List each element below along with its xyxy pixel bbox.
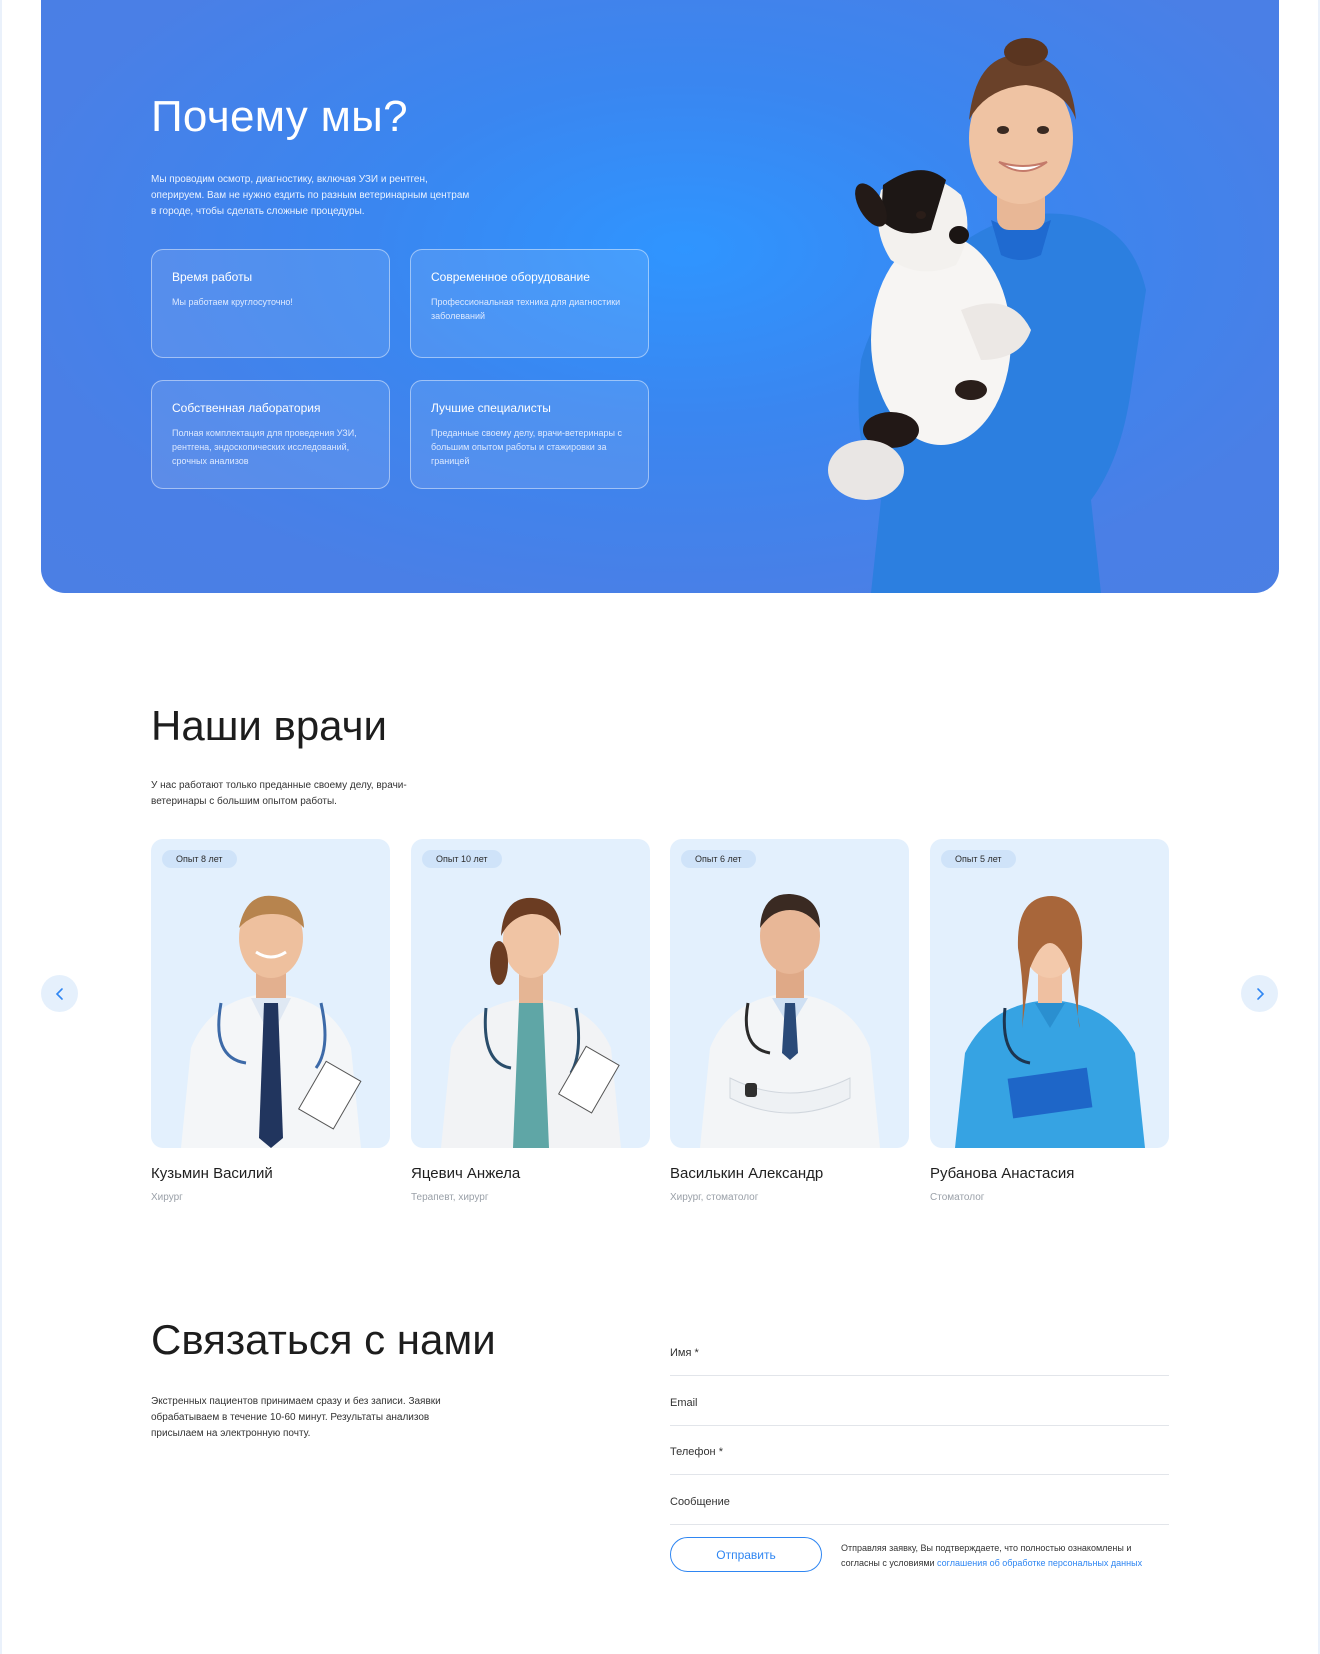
doctor-role: Хирург, стоматолог xyxy=(670,1192,759,1203)
doctor-portrait-image xyxy=(955,896,1145,1148)
page-edge-left xyxy=(0,0,2,1654)
doctor-portrait-image xyxy=(441,897,621,1148)
feature-title: Лучшие специалисты xyxy=(431,401,551,415)
name-field-wrapper xyxy=(670,1330,1169,1376)
doctor-card[interactable]: Опыт 10 лет Яцевич Анжела Терапевт, хиру… xyxy=(411,839,650,1203)
feature-card-lab: Собственная лаборатория Полная комплекта… xyxy=(151,380,390,489)
feature-text: Профессиональная техника для диагностики… xyxy=(431,297,621,321)
doctor-role: Хирург xyxy=(151,1192,183,1203)
contact-lead: Экстренных пациентов принимаем сразу и б… xyxy=(151,1396,441,1439)
feature-text: Преданные своему делу, врачи-ветеринары … xyxy=(431,428,622,466)
doctor-card[interactable]: Опыт 8 лет Кузьмин Василий Хирург xyxy=(151,839,390,1203)
doctor-name: Василькин Александр xyxy=(670,1165,824,1182)
doctor-photo: Опыт 10 лет xyxy=(411,839,650,1148)
doctor-photo: Опыт 5 лет xyxy=(930,839,1169,1148)
email-field-wrapper xyxy=(670,1380,1169,1426)
doctor-portrait-image xyxy=(181,895,362,1148)
feature-card-specialists: Лучшие специалисты Преданные своему делу… xyxy=(410,380,649,489)
feature-text: Мы работаем круглосуточно! xyxy=(172,297,293,307)
chevron-right-icon xyxy=(1256,987,1264,1000)
feature-title: Собственная лаборатория xyxy=(172,401,321,415)
why-us-title: Почему мы? xyxy=(151,92,408,141)
doctor-name: Рубанова Анастасия xyxy=(930,1165,1075,1182)
experience-badge: Опыт 5 лет xyxy=(941,850,1016,868)
doctors-title: Наши врачи xyxy=(151,702,387,749)
doctor-card[interactable]: Опыт 6 лет Василькин Александр Хирург, с… xyxy=(670,839,909,1203)
name-field[interactable] xyxy=(670,1330,1169,1375)
consent-note: Отправляя заявку, Вы подтверждаете, что … xyxy=(841,1541,1171,1571)
doctor-portrait-image xyxy=(700,893,880,1148)
feature-title: Современное оборудование xyxy=(431,270,590,284)
message-field[interactable] xyxy=(670,1479,1169,1524)
doctor-photo: Опыт 6 лет xyxy=(670,839,909,1148)
vet-with-dog-image xyxy=(828,38,1146,593)
message-field-wrapper xyxy=(670,1479,1169,1525)
experience-badge: Опыт 6 лет xyxy=(681,850,756,868)
feature-text: Полная комплектация для проведения УЗИ, … xyxy=(172,428,357,466)
doctor-photo: Опыт 8 лет xyxy=(151,839,390,1148)
experience-badge: Опыт 8 лет xyxy=(162,850,237,868)
phone-field-wrapper xyxy=(670,1429,1169,1475)
feature-card-hours: Время работы Мы работаем круглосуточно! xyxy=(151,249,390,358)
why-us-lead: Мы проводим осмотр, диагностику, включая… xyxy=(151,174,470,217)
feature-title: Время работы xyxy=(172,270,253,284)
doctor-card[interactable]: Опыт 5 лет Рубанова Анастасия Стоматолог xyxy=(930,839,1169,1203)
contact-title: Связаться с нами xyxy=(151,1316,496,1363)
doctor-role: Терапевт, хирург xyxy=(411,1192,489,1203)
doctor-name: Яцевич Анжела xyxy=(411,1165,521,1182)
doctors-lead: У нас работают только преданные своему д… xyxy=(151,780,407,807)
carousel-prev-button[interactable] xyxy=(41,975,78,1012)
doctor-role: Стоматолог xyxy=(930,1192,985,1203)
chevron-left-icon xyxy=(55,987,63,1000)
phone-field[interactable] xyxy=(670,1429,1169,1474)
email-field[interactable] xyxy=(670,1380,1169,1425)
privacy-agreement-link[interactable]: соглашения об обработке персональных дан… xyxy=(937,1558,1142,1568)
why-us-section: Почему мы? Мы проводим осмотр, диагности… xyxy=(41,0,1279,593)
carousel-next-button[interactable] xyxy=(1241,975,1278,1012)
submit-button[interactable]: Отправить xyxy=(670,1537,822,1572)
experience-badge: Опыт 10 лет xyxy=(422,850,502,868)
feature-card-equipment: Современное оборудование Профессиональна… xyxy=(410,249,649,358)
doctor-name: Кузьмин Василий xyxy=(151,1165,273,1182)
